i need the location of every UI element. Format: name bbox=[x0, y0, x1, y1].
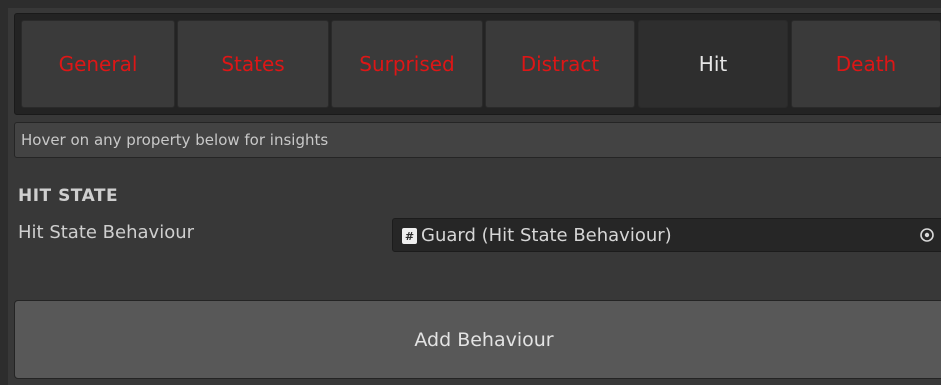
tab-general[interactable]: General bbox=[21, 20, 175, 108]
tab-surprised[interactable]: Surprised bbox=[331, 20, 483, 108]
insights-hint-text: Hover on any property below for insights bbox=[21, 131, 329, 149]
tab-distract[interactable]: Distract bbox=[485, 20, 635, 108]
tab-death[interactable]: Death bbox=[791, 20, 941, 108]
tab-bar: General States Surprised Distract Hit De… bbox=[14, 13, 941, 115]
hit-state-behaviour-field[interactable]: # Guard (Hit State Behaviour) bbox=[392, 218, 941, 252]
section-header: HIT STATE bbox=[18, 186, 119, 206]
inspector-panel: General States Surprised Distract Hit De… bbox=[0, 0, 941, 385]
tab-states[interactable]: States bbox=[177, 20, 329, 108]
object-picker-icon[interactable] bbox=[917, 225, 937, 245]
object-field-value: Guard (Hit State Behaviour) bbox=[421, 225, 672, 246]
tab-hit[interactable]: Hit bbox=[638, 20, 788, 108]
hit-state-behaviour-label: Hit State Behaviour bbox=[18, 222, 195, 243]
top-border bbox=[0, 0, 941, 8]
left-border bbox=[0, 0, 8, 385]
add-behaviour-button[interactable]: Add Behaviour bbox=[14, 300, 941, 379]
insights-hint-box: Hover on any property below for insights bbox=[14, 122, 941, 158]
script-icon: # bbox=[402, 228, 417, 244]
